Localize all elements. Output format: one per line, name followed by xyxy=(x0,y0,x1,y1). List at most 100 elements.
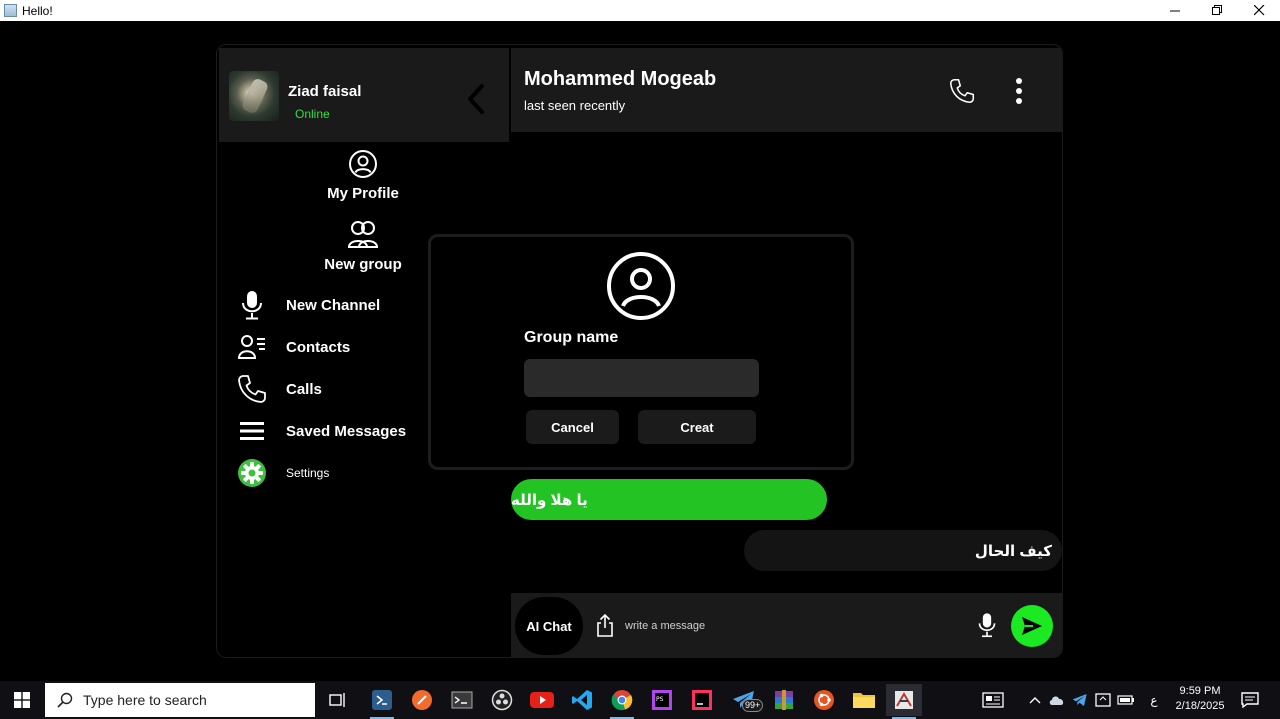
input-language-button[interactable]: ع xyxy=(1144,681,1164,719)
new-group-dialog: Group name Cancel Creat xyxy=(428,234,854,470)
ubuntu-icon xyxy=(814,690,834,710)
sidebar-item-contacts[interactable]: Contacts xyxy=(237,330,350,364)
gear-icon xyxy=(237,457,267,489)
chat-header: Mohammed Mogeab last seen recently xyxy=(511,48,1062,132)
notification-icon xyxy=(1241,692,1259,708)
clock-time: 9:59 PM xyxy=(1179,685,1221,697)
taskbar-telegram-app[interactable]: 99+ xyxy=(726,684,764,716)
microphone-icon xyxy=(237,289,267,321)
attach-button[interactable] xyxy=(594,612,616,638)
sidebar-item-label: Saved Messages xyxy=(286,422,407,440)
phone-icon xyxy=(949,78,975,104)
vscode-icon xyxy=(572,690,592,710)
more-vertical-icon xyxy=(1016,78,1022,104)
taskbar-vscode-app[interactable] xyxy=(564,684,600,716)
sidebar-item-new-channel[interactable]: New Channel xyxy=(237,288,380,322)
battery-button[interactable] xyxy=(1115,681,1137,719)
cancel-button[interactable]: Cancel xyxy=(526,410,619,444)
taskbar-terminal-app[interactable] xyxy=(444,684,480,716)
message-input[interactable] xyxy=(625,613,965,639)
battery-icon xyxy=(1117,695,1134,705)
screen-icon xyxy=(1095,693,1111,707)
sidebar-item-settings[interactable]: Settings xyxy=(237,456,329,490)
tray-app-button[interactable] xyxy=(1092,681,1114,719)
taskbar-phpstorm-app[interactable]: PS xyxy=(644,684,680,716)
call-button[interactable] xyxy=(947,76,977,106)
user-avatar[interactable] xyxy=(229,71,279,121)
group-name-label: Group name xyxy=(524,329,619,346)
show-hidden-icons-button[interactable] xyxy=(1026,681,1044,719)
group-avatar-icon[interactable] xyxy=(605,250,677,322)
code-editor-icon xyxy=(372,690,392,710)
group-name-input[interactable] xyxy=(524,359,759,397)
chevron-left-icon xyxy=(468,84,484,114)
youtube-icon xyxy=(530,692,554,708)
contact-name: Mohammed Mogeab xyxy=(524,68,717,90)
taskbar-ide-app[interactable] xyxy=(364,684,400,719)
ai-chat-button[interactable]: AI Chat xyxy=(515,597,583,655)
user-status: Online xyxy=(295,107,330,121)
chevron-up-icon xyxy=(1029,697,1041,704)
taskbar-chrome-app[interactable] xyxy=(604,684,640,719)
taskbar-youtube-app[interactable] xyxy=(524,684,560,716)
terminal-icon xyxy=(451,691,473,709)
tray-telegram-button[interactable] xyxy=(1069,681,1091,719)
user-header: Ziad faisal Online xyxy=(219,48,509,142)
taskbar-winrar-app[interactable] xyxy=(766,684,802,716)
app-window: Ziad faisal Online My Profile New group xyxy=(216,44,1063,658)
more-options-button[interactable] xyxy=(1004,76,1034,106)
taskbar-ubuntu-app[interactable] xyxy=(806,684,842,716)
taskbar-postman-app[interactable] xyxy=(404,684,440,716)
taskbar-file-explorer-app[interactable] xyxy=(846,684,882,716)
contacts-icon xyxy=(237,331,267,363)
taskbar-intellij-app[interactable] xyxy=(684,684,720,716)
my-profile-item[interactable]: My Profile xyxy=(217,149,509,202)
voice-button[interactable] xyxy=(976,610,998,640)
window-titlebar: Hello! xyxy=(0,0,1280,21)
notifications-button[interactable] xyxy=(1236,681,1264,719)
tray-cloud-icon-button[interactable] xyxy=(1047,681,1067,719)
menu-lines-icon xyxy=(237,415,267,447)
sidebar-item-label: Settings xyxy=(286,466,330,480)
microphone-icon xyxy=(978,613,996,638)
search-icon xyxy=(57,692,73,708)
group-icon xyxy=(347,221,379,248)
close-window-button[interactable] xyxy=(1238,0,1280,21)
create-button[interactable]: Creat xyxy=(638,410,756,444)
postman-icon xyxy=(412,690,432,710)
notification-badge: 99+ xyxy=(742,699,764,712)
sidebar-item-label: Calls xyxy=(286,380,322,398)
sidebar-item-saved-messages[interactable]: Saved Messages xyxy=(237,414,406,448)
minimize-button[interactable] xyxy=(1154,0,1196,21)
search-placeholder: Type here to search xyxy=(83,692,207,708)
folder-icon xyxy=(853,693,875,708)
taskbar-search[interactable]: Type here to search xyxy=(45,683,315,717)
new-group-label: New group xyxy=(324,256,402,273)
restore-button[interactable] xyxy=(1196,0,1238,21)
sidebar-item-label: New Channel xyxy=(286,296,381,314)
taskbar-clock[interactable]: 9:59 PM 2/18/2025 xyxy=(1168,684,1232,714)
back-button[interactable] xyxy=(463,81,489,117)
taskbar-java-app[interactable] xyxy=(886,684,922,719)
svg-text:PS: PS xyxy=(656,696,664,703)
clock-date: 2/18/2025 xyxy=(1175,700,1225,712)
winrar-icon xyxy=(775,690,793,710)
phpstorm-icon: PS xyxy=(652,690,672,710)
my-profile-label: My Profile xyxy=(327,185,399,202)
app-icon xyxy=(4,4,17,17)
send-button[interactable] xyxy=(1011,605,1053,647)
share-icon xyxy=(597,613,613,637)
phone-icon xyxy=(237,373,267,405)
sidebar-item-label: Contacts xyxy=(286,338,351,356)
task-view-icon xyxy=(329,693,345,707)
task-view-button[interactable] xyxy=(320,684,356,716)
send-icon xyxy=(1022,617,1042,635)
contact-status: last seen recently xyxy=(524,98,626,113)
message-composer: AI Chat xyxy=(511,593,1062,657)
start-button[interactable] xyxy=(0,681,44,719)
sidebar-item-calls[interactable]: Calls xyxy=(237,372,322,406)
news-widget-button[interactable] xyxy=(978,681,1008,719)
message-incoming: كيف الحال xyxy=(744,530,1062,571)
window-title: Hello! xyxy=(22,3,53,18)
taskbar-obs-app[interactable] xyxy=(484,684,520,716)
